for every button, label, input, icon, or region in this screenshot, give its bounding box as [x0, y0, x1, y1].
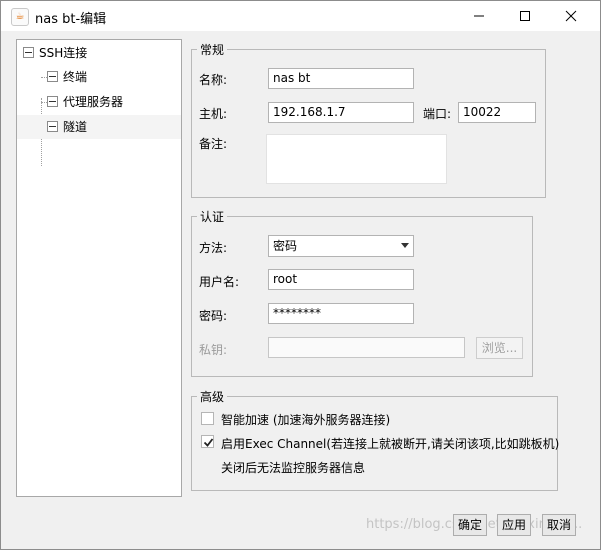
maximize-icon — [520, 11, 530, 21]
tree-item-proxy-server[interactable]: 代理服务器 — [47, 90, 175, 114]
tree-item-label: 终端 — [63, 70, 88, 84]
host-label: 主机: — [199, 107, 228, 121]
minimize-icon — [474, 15, 484, 17]
title-bar[interactable]: ☕ nas bt-编辑 — [1, 1, 600, 31]
collapse-icon[interactable] — [47, 96, 58, 107]
name-input[interactable]: nas bt — [268, 68, 414, 89]
collapse-icon[interactable] — [47, 121, 58, 132]
apply-button[interactable]: 应用 — [497, 514, 531, 536]
java-app-icon: ☕ — [11, 8, 29, 26]
maximize-button[interactable] — [502, 1, 548, 31]
note-label: 备注: — [199, 137, 228, 151]
ok-button[interactable]: 确定 — [453, 514, 487, 536]
tree-item-label: SSH连接 — [39, 46, 88, 60]
collapse-icon[interactable] — [47, 71, 58, 82]
tree-item-tunnel[interactable]: 隧道 — [17, 115, 181, 139]
method-select[interactable]: 密码 — [268, 235, 414, 257]
collapse-icon[interactable] — [23, 47, 34, 58]
settings-tree: SSH连接 终端 代理服务器 隧道 — [16, 39, 182, 497]
tree-item-label: 代理服务器 — [63, 95, 124, 109]
smart-accel-label: 智能加速 (加速海外服务器连接) — [221, 413, 391, 427]
private-key-label: 私钥: — [199, 343, 228, 357]
smart-accel-checkbox[interactable] — [201, 412, 214, 425]
password-input[interactable]: ******** — [268, 303, 414, 324]
checkmark-icon — [203, 438, 214, 447]
close-icon — [565, 10, 577, 22]
window-title: nas bt-编辑 — [35, 12, 107, 27]
method-selected-value: 密码 — [273, 239, 298, 253]
password-label: 密码: — [199, 309, 228, 323]
exec-channel-note: 关闭后无法监控服务器信息 — [221, 461, 366, 475]
port-input[interactable]: 10022 — [458, 102, 536, 123]
close-button[interactable] — [548, 1, 594, 31]
advanced-legend: 高级 — [200, 390, 225, 404]
edit-dialog: ☕ nas bt-编辑 SSH连接 终端 代理服务器 隧道 常规 名称: nas… — [0, 0, 601, 550]
username-label: 用户名: — [199, 275, 240, 289]
exec-channel-label: 启用Exec Channel(若连接上就被断开,请关闭该项,比如跳板机) — [221, 437, 560, 451]
private-key-input — [268, 337, 465, 358]
auth-legend: 认证 — [200, 210, 225, 224]
tree-item-terminal[interactable]: 终端 — [47, 65, 175, 89]
minimize-button[interactable] — [456, 1, 502, 31]
method-label: 方法: — [199, 241, 228, 255]
exec-channel-checkbox[interactable] — [201, 435, 214, 448]
general-legend: 常规 — [200, 43, 225, 57]
tree-item-ssh-connection[interactable]: SSH连接 — [23, 41, 173, 65]
tree-item-label: 隧道 — [63, 120, 88, 134]
browse-button[interactable]: 浏览... — [476, 337, 523, 359]
host-input[interactable]: 192.168.1.7 — [268, 102, 414, 123]
name-label: 名称: — [199, 73, 228, 87]
username-input[interactable]: root — [268, 269, 414, 290]
port-label: 端口: — [423, 107, 452, 121]
chevron-down-icon — [401, 243, 409, 248]
cancel-button[interactable]: 取消 — [542, 514, 576, 536]
note-textarea[interactable] — [266, 134, 447, 184]
